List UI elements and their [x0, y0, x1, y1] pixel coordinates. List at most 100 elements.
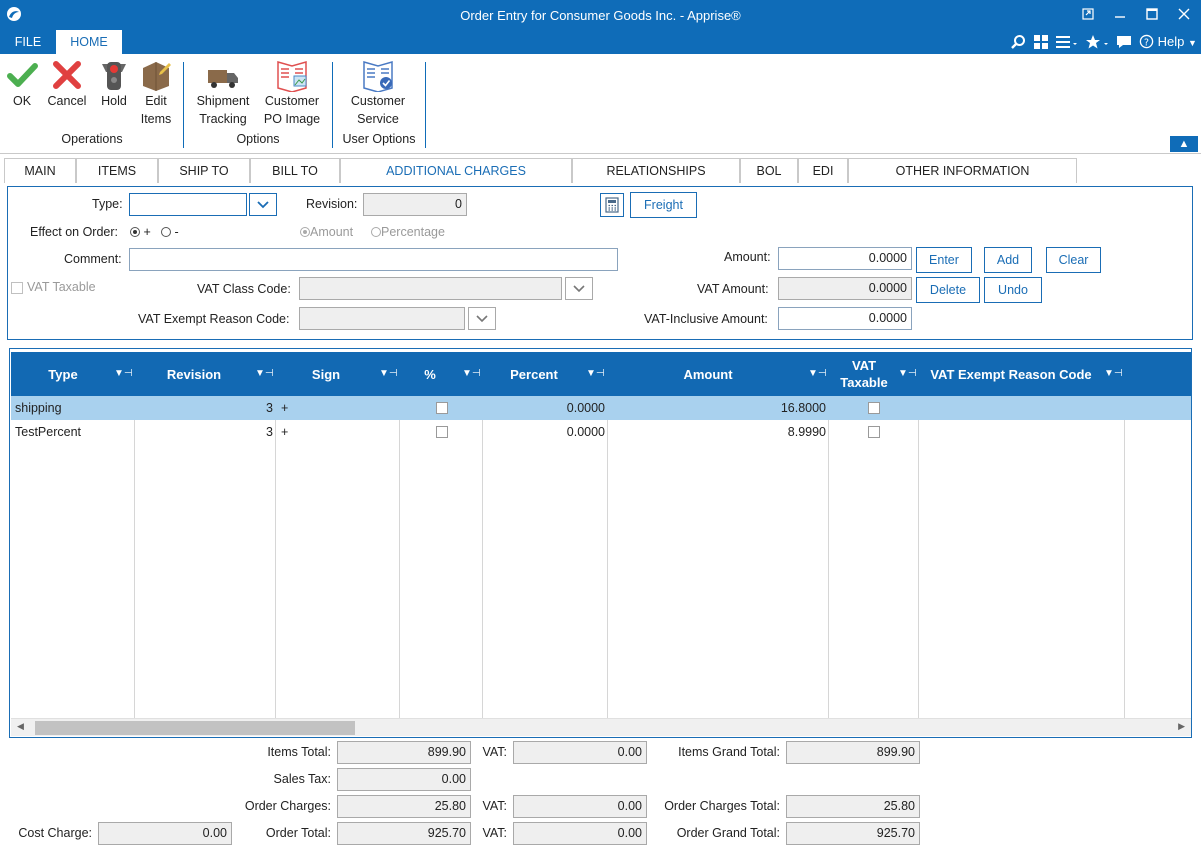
customer-service-label-2: Service: [357, 112, 399, 126]
column-header-percent[interactable]: Percent: [484, 352, 584, 396]
cancel-button[interactable]: Cancel: [44, 56, 90, 110]
menu-bar: FILE HOME ? Help ▼: [0, 30, 1201, 54]
vat-inclusive-amount-input[interactable]: 0.0000: [778, 307, 912, 330]
effect-plus-radio[interactable]: +: [130, 225, 151, 239]
vat-amount-label: VAT Amount:: [697, 282, 769, 296]
shipment-tracking-button[interactable]: Shipment Tracking: [190, 56, 256, 128]
traffic-light-icon: [102, 62, 126, 90]
type-input[interactable]: [129, 193, 247, 216]
hold-label: Hold: [101, 94, 127, 108]
add-button[interactable]: Add: [984, 247, 1032, 273]
filter-pin-icon[interactable]: ▼⊣: [114, 368, 133, 379]
items-grand-total-field: 899.90: [786, 741, 920, 764]
type-label: Type:: [92, 197, 123, 211]
search-icon[interactable]: [1010, 30, 1026, 54]
comment-input[interactable]: [129, 248, 618, 271]
cell-amount: 16.8000: [780, 401, 826, 415]
clear-button[interactable]: Clear: [1046, 247, 1101, 273]
collapse-ribbon-button[interactable]: ▲: [1170, 136, 1198, 152]
tab-ship-to[interactable]: SHIP TO: [158, 158, 250, 183]
ok-label: OK: [12, 94, 32, 108]
tab-strip: MAIN ITEMS SHIP TO BILL TO ADDITIONAL CH…: [4, 158, 1078, 183]
close-icon[interactable]: [1174, 4, 1194, 24]
table-row[interactable]: shipping 3 + 0.0000 16.8000: [11, 396, 1191, 420]
tab-other-information[interactable]: OTHER INFORMATION: [848, 158, 1077, 183]
ribbon-group-options: Options: [236, 132, 280, 146]
filter-pin-icon[interactable]: ▼⊣: [898, 368, 917, 379]
help-menu[interactable]: ? Help ▼: [1139, 30, 1197, 54]
filter-pin-icon[interactable]: ▼⊣: [808, 368, 827, 379]
customer-service-icon: [363, 61, 393, 92]
filter-pin-icon[interactable]: ▼⊣: [255, 368, 274, 379]
column-header-pct[interactable]: %: [400, 352, 460, 396]
calculator-button[interactable]: [600, 193, 624, 217]
chat-icon[interactable]: [1116, 30, 1132, 54]
list-menu-icon[interactable]: [1055, 30, 1079, 54]
vat-exempt-reason-input: [299, 307, 465, 330]
ribbon: OK Cancel Hold Edit Items Operations Shi…: [0, 54, 1201, 154]
ribbon-group-user-options: User Options: [342, 132, 416, 146]
customer-service-button[interactable]: Customer Service: [340, 56, 416, 128]
edit-items-label-1: Edit: [145, 94, 167, 108]
filter-pin-icon[interactable]: ▼⊣: [379, 368, 398, 379]
scrollbar-thumb[interactable]: [35, 721, 355, 735]
restore-icon[interactable]: [1078, 4, 1098, 24]
column-header-type[interactable]: Type: [11, 352, 115, 396]
filter-pin-icon[interactable]: ▼⊣: [586, 368, 605, 379]
vat-taxable-checkbox[interactable]: [868, 402, 880, 414]
radio-unselected-icon: [371, 227, 381, 237]
tiles-icon[interactable]: [1033, 30, 1049, 54]
items-total-label: Items Total:: [267, 745, 331, 759]
column-divider: [275, 396, 276, 718]
menu-home[interactable]: HOME: [56, 30, 122, 54]
column-divider: [1124, 396, 1125, 718]
revision-field: 0: [363, 193, 467, 216]
tab-items[interactable]: ITEMS: [76, 158, 158, 183]
cell-amount: 8.9990: [787, 425, 826, 439]
truck-icon: [208, 70, 238, 88]
enter-button[interactable]: Enter: [916, 247, 972, 273]
hold-button[interactable]: Hold: [94, 56, 134, 110]
type-dropdown[interactable]: [249, 193, 277, 216]
delete-button[interactable]: Delete: [916, 277, 980, 303]
cell-percent: 0.0000: [566, 425, 605, 439]
filter-pin-icon[interactable]: ▼⊣: [462, 368, 481, 379]
table-row[interactable]: TestPercent 3 + 0.0000 8.9990: [11, 420, 1191, 444]
tab-bol[interactable]: BOL: [740, 158, 798, 183]
column-divider: [828, 396, 829, 718]
minimize-icon[interactable]: [1110, 4, 1130, 24]
pct-checkbox[interactable]: [436, 402, 448, 414]
column-divider: [482, 396, 483, 718]
column-header-revision[interactable]: Revision: [135, 352, 253, 396]
scroll-right-icon[interactable]: ▶: [1178, 721, 1185, 732]
items-vat-label: VAT:: [482, 745, 507, 759]
column-header-vat-exempt-reason[interactable]: VAT Exempt Reason Code: [919, 352, 1103, 396]
scroll-left-icon[interactable]: ◀: [17, 721, 24, 732]
menu-file[interactable]: FILE: [6, 30, 50, 54]
column-header-vat-taxable[interactable]: VAT Taxable: [829, 352, 899, 396]
tab-additional-charges[interactable]: ADDITIONAL CHARGES: [340, 158, 572, 183]
tab-relationships[interactable]: RELATIONSHIPS: [572, 158, 740, 183]
customer-po-image-button[interactable]: Customer PO Image: [258, 56, 326, 128]
tab-bill-to[interactable]: BILL TO: [250, 158, 340, 183]
comment-label: Comment:: [64, 252, 122, 266]
tab-main[interactable]: MAIN: [4, 158, 76, 183]
freight-button[interactable]: Freight: [630, 192, 697, 218]
ok-button[interactable]: OK: [4, 56, 40, 110]
horizontal-scrollbar[interactable]: ◀ ▶: [11, 718, 1191, 736]
cancel-x-icon: [53, 61, 81, 89]
favorites-star-icon[interactable]: [1085, 30, 1111, 54]
pct-checkbox[interactable]: [436, 426, 448, 438]
column-header-amount[interactable]: Amount: [608, 352, 808, 396]
cell-type: shipping: [15, 401, 62, 415]
effect-minus-radio[interactable]: -: [161, 225, 179, 239]
tab-edi[interactable]: EDI: [798, 158, 848, 183]
maximize-icon[interactable]: [1142, 4, 1162, 24]
undo-button[interactable]: Undo: [984, 277, 1042, 303]
column-divider: [918, 396, 919, 718]
column-header-sign[interactable]: Sign: [276, 352, 376, 396]
amount-input[interactable]: 0.0000: [778, 247, 912, 270]
edit-items-button[interactable]: Edit Items: [136, 56, 176, 128]
filter-pin-icon[interactable]: ▼⊣: [1104, 368, 1123, 379]
vat-taxable-checkbox[interactable]: [868, 426, 880, 438]
